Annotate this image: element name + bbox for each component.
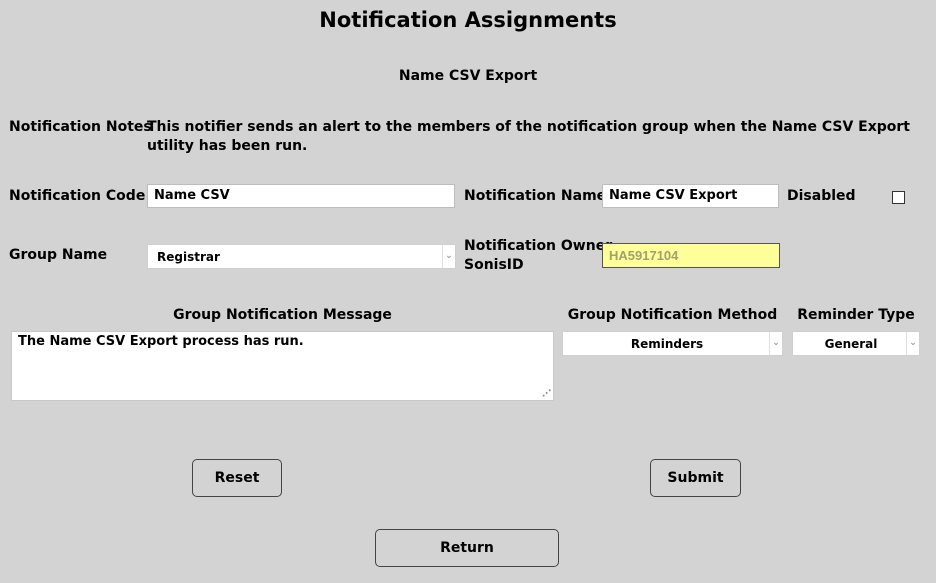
notification-name-label: Notification Name (464, 188, 607, 204)
notification-owner-label-line1: Notification Owner (464, 238, 613, 254)
reminder-type-select[interactable]: General ⌄ (792, 331, 920, 356)
chevron-down-icon: ⌄ (442, 245, 455, 268)
group-notification-message-text: The Name CSV Export process has run. (18, 334, 304, 349)
notification-code-input[interactable]: Name CSV (147, 184, 455, 208)
submit-button[interactable]: Submit (650, 459, 741, 497)
notification-owner-label-line2: SonisID (464, 257, 524, 273)
notification-notes-text: This notifier sends an alert to the memb… (147, 119, 910, 154)
group-notification-message-textarea[interactable]: The Name CSV Export process has run. ⋰ (11, 331, 554, 401)
group-notification-message-label: Group Notification Message (173, 307, 392, 323)
reminder-type-value: General (824, 337, 878, 351)
notification-name-input[interactable]: Name CSV Export (602, 184, 779, 208)
return-button[interactable]: Return (375, 529, 559, 567)
group-name-label: Group Name (9, 247, 108, 263)
notification-owner-label: Notification Owner SonisID (464, 237, 612, 275)
page-title: Notification Assignments (319, 8, 617, 32)
group-notification-method-label: Group Notification Method (567, 307, 778, 323)
group-notification-method-select[interactable]: Reminders ⌄ (562, 331, 783, 356)
reminder-type-label: Reminder Type (797, 307, 915, 323)
chevron-down-icon: ⌄ (769, 332, 782, 355)
disabled-label: Disabled (787, 188, 856, 204)
notification-code-label: Notification Code (9, 188, 146, 204)
page-subtitle: Name CSV Export (398, 68, 538, 84)
reset-button[interactable]: Reset (192, 459, 282, 497)
group-notification-method-value: Reminders (630, 337, 704, 351)
resize-grip-icon[interactable]: ⋰ (542, 390, 551, 399)
disabled-checkbox[interactable] (892, 191, 905, 204)
notification-notes-label: Notification Notes (9, 119, 152, 135)
group-name-select[interactable]: Registrar ⌄ (147, 244, 456, 269)
group-name-value: Registrar (157, 250, 220, 264)
notification-owner-input[interactable]: HA5917104 (602, 243, 780, 268)
chevron-down-icon: ⌄ (906, 332, 919, 355)
